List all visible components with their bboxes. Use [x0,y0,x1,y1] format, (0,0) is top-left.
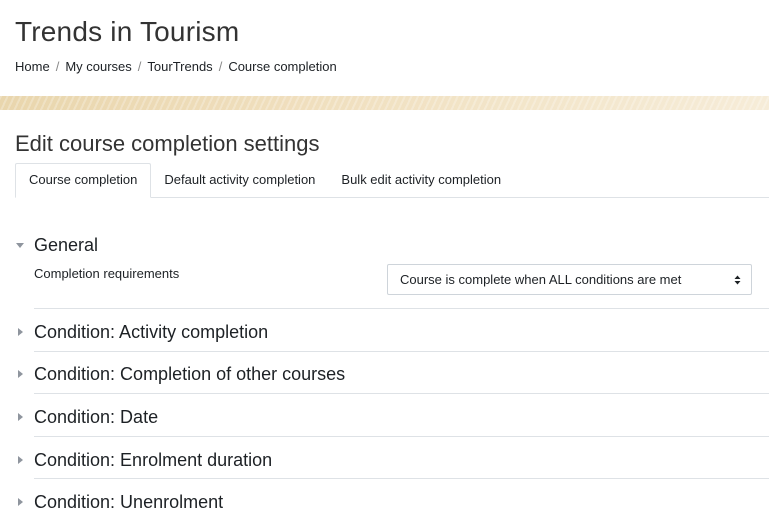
general-section: General [15,234,769,256]
caret-right-icon [15,369,34,379]
condition-activity-completion-toggle[interactable]: Condition: Activity completion [15,321,769,343]
caret-right-icon [15,497,34,507]
condition-enrolment-duration-section: Condition: Enrolment duration [15,449,769,471]
breadcrumb-current-page[interactable]: Course completion [228,58,336,76]
condition-date-section: Condition: Date [15,406,769,428]
condition-enrolment-duration-toggle[interactable]: Condition: Enrolment duration [15,449,769,471]
condition-other-courses-section: Condition: Completion of other courses [15,363,769,385]
tab-course-completion[interactable]: Course completion [15,163,152,198]
tab-bulk-edit-activity-completion[interactable]: Bulk edit activity completion [328,163,514,196]
page-header: Trends in Tourism Home / My courses / To… [0,0,769,96]
breadcrumb-home[interactable]: Home [15,58,50,76]
condition-enrolment-duration-title: Condition: Enrolment duration [34,450,273,470]
breadcrumb-course[interactable]: TourTrends [147,58,212,76]
breadcrumb-my-courses[interactable]: My courses [65,58,131,76]
site-title: Trends in Tourism [15,16,240,47]
general-section-title: General [34,235,99,255]
condition-date-title: Condition: Date [34,407,159,427]
breadcrumb-separator: / [218,59,223,74]
caret-right-icon [15,412,34,422]
header-banner [0,96,769,110]
tab-default-activity-completion[interactable]: Default activity completion [151,163,328,196]
general-section-toggle[interactable]: General [15,234,769,256]
condition-activity-completion-section: Condition: Activity completion [15,321,769,343]
condition-unenrolment-section: Condition: Unenrolment [15,491,769,513]
caret-right-icon [15,327,34,337]
completion-requirements-label: Completion requirements [34,266,180,281]
select-arrows-icon [734,275,741,285]
section-divider [34,478,769,479]
condition-unenrolment-title: Condition: Unenrolment [34,492,224,512]
section-divider [34,351,769,352]
tab-bar: Course completion Default activity compl… [15,163,769,198]
condition-date-toggle[interactable]: Condition: Date [15,406,769,428]
completion-requirements-row: Completion requirements Course is comple… [34,264,754,296]
section-divider [34,436,769,437]
completion-requirements-value: Course is complete when ALL conditions a… [400,272,682,287]
section-divider [34,393,769,394]
condition-unenrolment-toggle[interactable]: Condition: Unenrolment [15,491,769,513]
caret-right-icon [15,455,34,465]
breadcrumb-separator: / [55,59,60,74]
condition-other-courses-title: Condition: Completion of other courses [34,364,346,384]
breadcrumb-separator: / [137,59,142,74]
caret-down-icon [15,240,34,250]
page-heading: Edit course completion settings [15,131,320,156]
completion-requirements-select[interactable]: Course is complete when ALL conditions a… [387,264,752,295]
condition-other-courses-toggle[interactable]: Condition: Completion of other courses [15,363,769,385]
section-divider [34,308,769,309]
breadcrumb: Home / My courses / TourTrends / Course … [15,58,337,76]
condition-activity-completion-title: Condition: Activity completion [34,322,269,342]
